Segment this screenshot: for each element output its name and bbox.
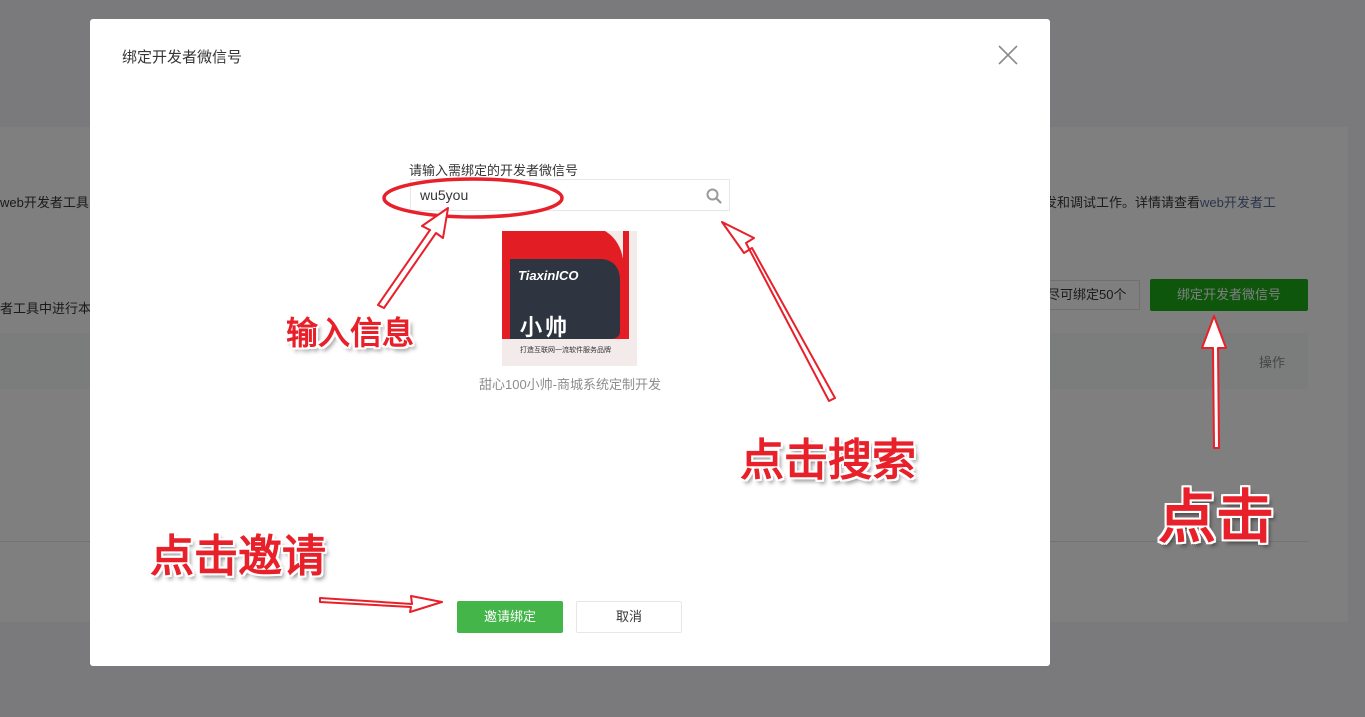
result-avatar: TiaxinICO 小帅 打造互联网一流软件服务品牌 <box>502 231 637 366</box>
annotation-click: 点击 <box>1158 483 1275 551</box>
close-button[interactable] <box>996 43 1020 67</box>
avatar-name: 小帅 <box>520 315 571 340</box>
invite-bind-button[interactable]: 邀请绑定 <box>457 601 563 633</box>
avatar-brand: TiaxinICO <box>518 268 579 283</box>
cancel-button[interactable]: 取消 <box>576 601 682 633</box>
search-icon <box>706 188 722 204</box>
annotation-click-search: 点击搜索 <box>740 435 916 486</box>
search-button[interactable] <box>705 187 723 205</box>
annotation-click-invite: 点击邀请 <box>150 531 326 582</box>
field-label: 请输入需绑定的开发者微信号 <box>409 163 579 178</box>
avatar-slogan: 打造互联网一流软件服务品牌 <box>520 347 611 354</box>
wechat-id-input[interactable] <box>420 180 700 210</box>
search-box <box>410 179 730 211</box>
close-icon <box>998 45 1018 65</box>
annotation-input-info: 输入信息 <box>286 314 415 352</box>
account-name: 甜心100小帅-商城系统定制开发 <box>478 377 662 392</box>
dialog-title: 绑定开发者微信号 <box>122 49 243 66</box>
